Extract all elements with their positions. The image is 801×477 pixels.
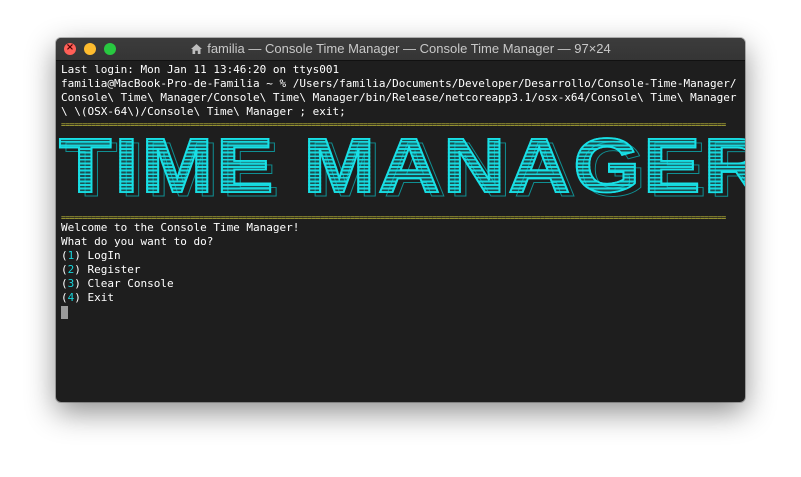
window-title-area: familia — Console Time Manager — Console… xyxy=(56,41,745,56)
prompt-line: What do you want to do? xyxy=(61,235,214,248)
last-login-line: Last login: Mon Jan 11 13:46:20 on ttys0… xyxy=(61,63,340,76)
menu-number: 3 xyxy=(67,277,75,290)
window-title: familia — Console Time Manager — Console… xyxy=(207,41,611,56)
menu-label: Exit xyxy=(87,291,115,304)
menu-label: Register xyxy=(87,263,141,276)
menu-option-login: (1) LogIn xyxy=(61,249,121,262)
title-bar[interactable]: × familia — Console Time Manager — Conso… xyxy=(56,38,745,61)
menu-label: Clear Console xyxy=(87,277,174,290)
terminal-output[interactable]: Last login: Mon Jan 11 13:46:20 on ttys0… xyxy=(58,63,745,402)
menu-number: 2 xyxy=(67,263,75,276)
menu-label: LogIn xyxy=(87,249,121,262)
input-line[interactable] xyxy=(61,305,741,319)
menu-number: 1 xyxy=(67,249,75,262)
terminal-window: × familia — Console Time Manager — Conso… xyxy=(56,38,745,402)
command-line: familia@MacBook-Pro-de-Familia ~ % /User… xyxy=(61,77,737,118)
menu-option-register: (2) Register xyxy=(61,263,141,276)
menu-option-clear: (3) Clear Console xyxy=(61,277,174,290)
text-cursor xyxy=(61,306,68,319)
menu-option-exit: (4) Exit xyxy=(61,291,115,304)
banner-title: TIME MANAGER xyxy=(58,122,745,211)
menu-number: 4 xyxy=(67,291,75,304)
welcome-line: Welcome to the Console Time Manager! xyxy=(61,221,300,234)
ascii-banner: TIME MANAGER TIME MANAGER xyxy=(58,122,745,214)
home-icon xyxy=(191,44,203,54)
